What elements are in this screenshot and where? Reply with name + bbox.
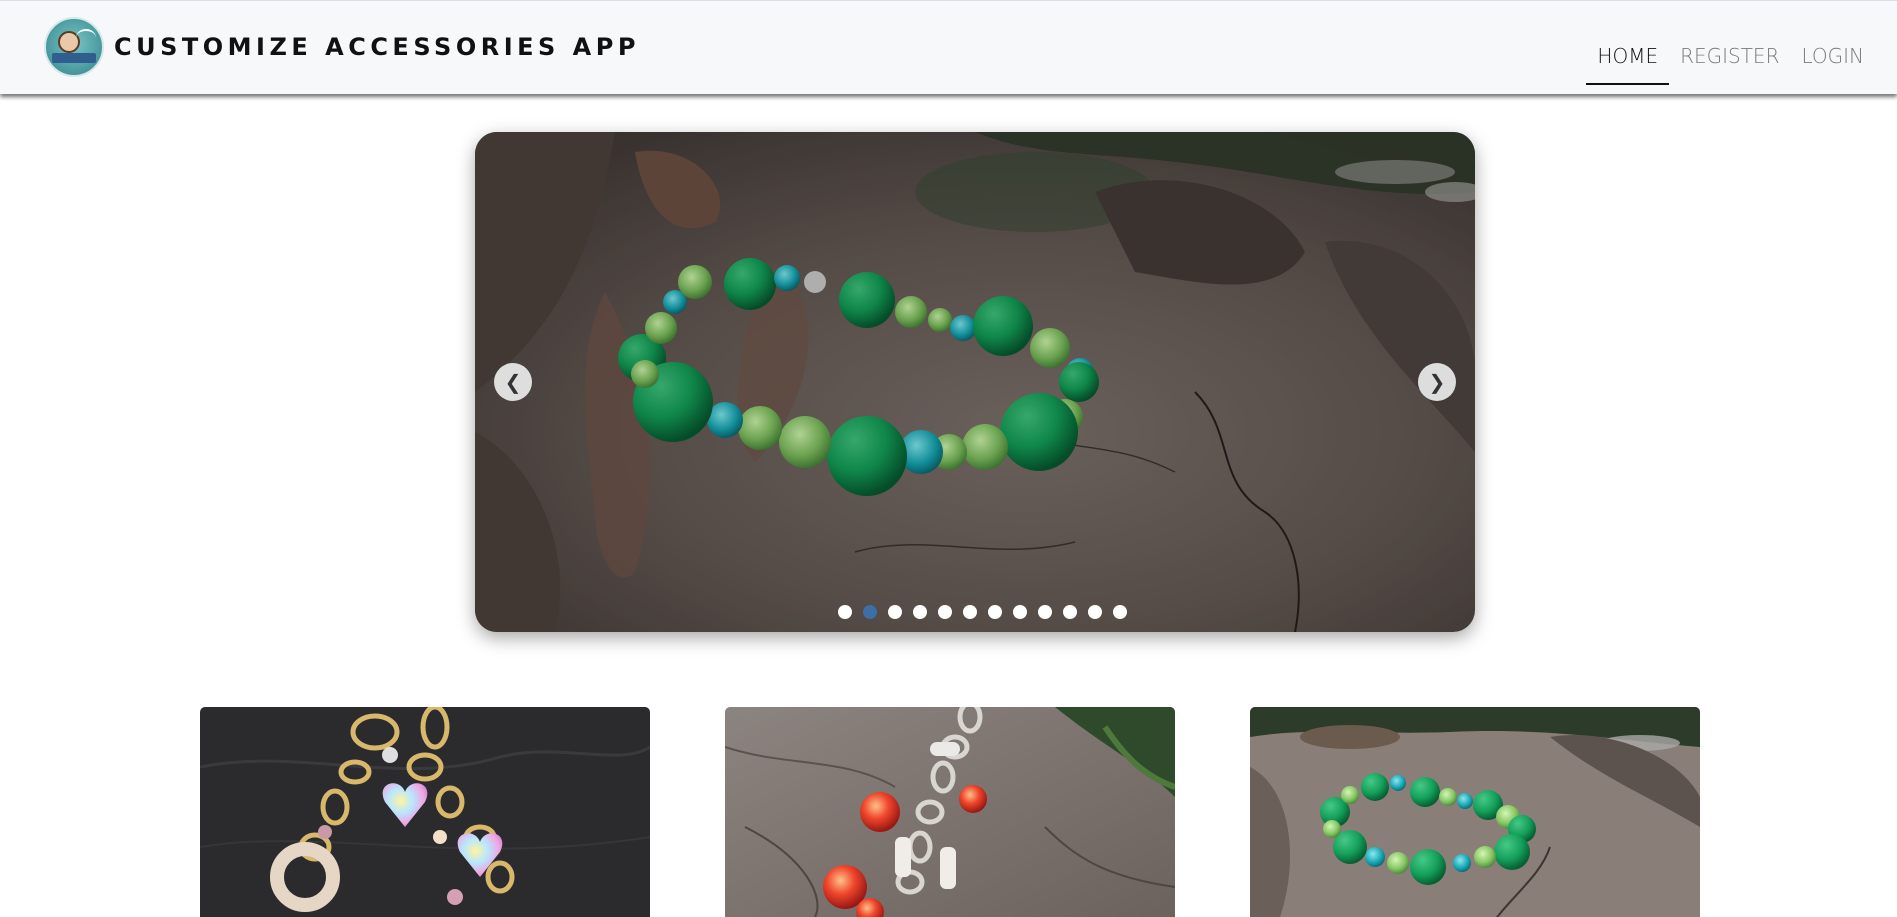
brand[interactable]: CUSTOMIZE ACCESSORIES APP	[44, 17, 640, 77]
product-card[interactable]	[200, 707, 650, 917]
carousel-prev-button[interactable]: ❮	[494, 363, 532, 401]
carousel-slide-image	[475, 132, 1475, 632]
carousel-dot-2[interactable]	[862, 605, 877, 619]
carousel-dot-8[interactable]	[1012, 605, 1027, 619]
brand-logo-icon[interactable]	[44, 17, 104, 77]
product-card[interactable]	[1250, 707, 1700, 917]
nav-register[interactable]: REGISTER	[1669, 11, 1790, 85]
product-card[interactable]	[725, 707, 1175, 917]
carousel-dot-6[interactable]	[962, 605, 977, 619]
nav-login[interactable]: LOGIN	[1790, 11, 1875, 85]
carousel-dot-5[interactable]	[937, 605, 952, 619]
navbar: CUSTOMIZE ACCESSORIES APP HOME REGISTER …	[0, 0, 1897, 94]
brand-title[interactable]: CUSTOMIZE ACCESSORIES APP	[114, 33, 640, 61]
green-bead-bracelet-image	[1250, 707, 1700, 917]
carousel-dot-11[interactable]	[1087, 605, 1102, 619]
carousel-dot-3[interactable]	[887, 605, 902, 619]
carousel-dot-7[interactable]	[987, 605, 1002, 619]
gold-chain-heart-charm-bracelet-image	[200, 707, 650, 917]
image-carousel: ❮ ❯	[475, 132, 1475, 632]
nav-home[interactable]: HOME	[1586, 11, 1669, 85]
carousel-next-button[interactable]: ❯	[1418, 363, 1456, 401]
silver-chain-red-crystal-bracelet-image	[725, 707, 1175, 917]
carousel-dot-12[interactable]	[1112, 605, 1127, 619]
carousel-dot-9[interactable]	[1037, 605, 1052, 619]
carousel-dot-1[interactable]	[837, 605, 852, 619]
main-nav: HOME REGISTER LOGIN	[1586, 1, 1875, 94]
carousel-dot-4[interactable]	[912, 605, 927, 619]
carousel-indicators	[475, 605, 1475, 619]
carousel-dot-10[interactable]	[1062, 605, 1077, 619]
